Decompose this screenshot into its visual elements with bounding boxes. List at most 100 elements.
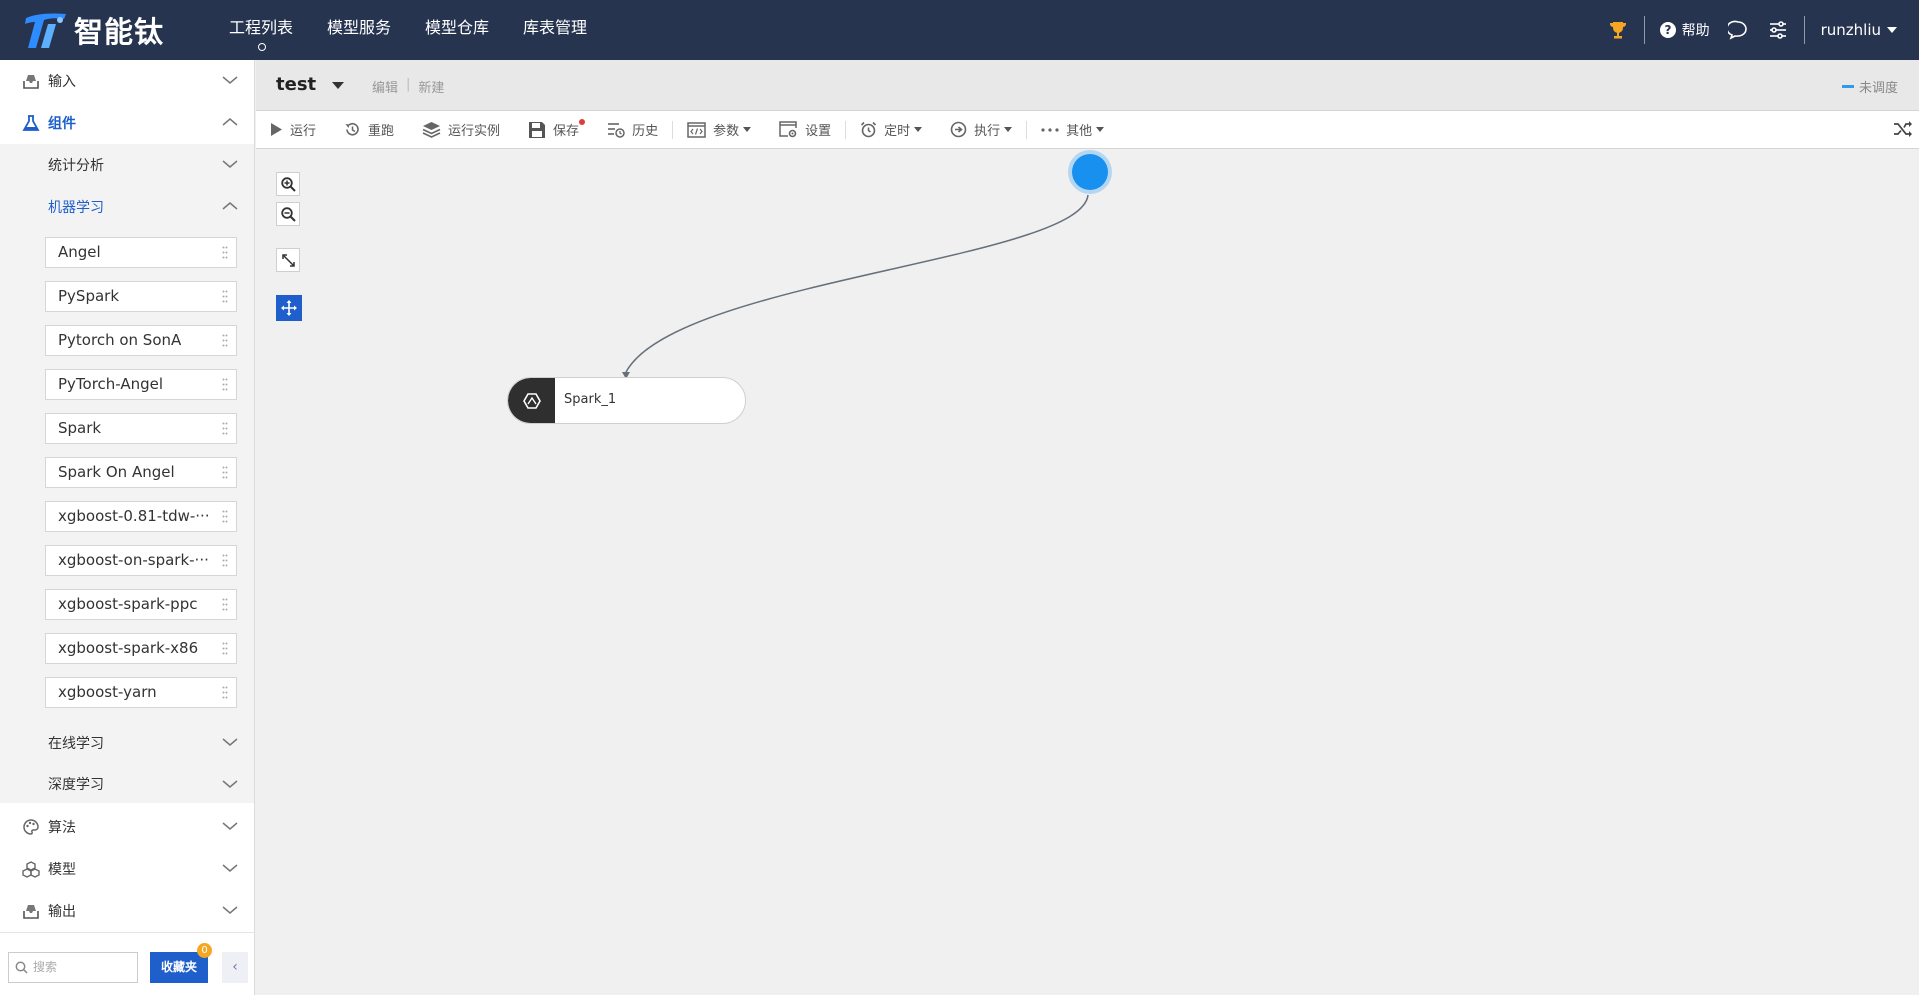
component-label: xgboost-yarn [58, 683, 157, 701]
favorites-button[interactable]: 收藏夹 0 [150, 943, 212, 983]
drag-handle-icon[interactable] [222, 378, 228, 391]
schedule-status: 未调度 [1841, 77, 1898, 96]
sidebar-label: 统计分析 [48, 158, 104, 174]
chevron-up-icon [222, 118, 238, 126]
nav-table-management[interactable]: 库表管理 [506, 0, 604, 60]
history-button[interactable]: 历史 [593, 111, 672, 149]
project-title[interactable]: test [276, 74, 316, 95]
more-label: 其他 [1066, 124, 1093, 139]
run-button[interactable]: 运行 [256, 111, 330, 149]
sidebar-sub-deep[interactable]: 深度学习 [0, 764, 254, 803]
component-item[interactable]: xgboost-spark-ppc [45, 589, 237, 620]
sidebar-sub-stats[interactable]: 统计分析 [0, 144, 254, 186]
drag-handle-icon[interactable] [222, 642, 228, 655]
chevron-down-icon [222, 822, 238, 830]
save-button[interactable]: 保存 [514, 111, 593, 149]
trophy-icon[interactable] [1607, 19, 1629, 41]
sidebar-sub-ml[interactable]: 机器学习 [0, 186, 254, 228]
history-rerun-icon [345, 122, 359, 136]
chat-icon[interactable] [1727, 19, 1749, 41]
project-dropdown-icon[interactable] [332, 82, 344, 89]
component-item[interactable]: Pytorch on SonA [45, 325, 237, 356]
more-dropdown[interactable]: 其他 [1027, 111, 1118, 149]
component-item[interactable]: xgboost-yarn [45, 677, 237, 708]
more-dots-icon [1041, 127, 1059, 132]
component-item[interactable]: xgboost-0.81-tdw-··· [45, 501, 237, 532]
flask-icon [22, 115, 40, 131]
component-item[interactable]: Angel [45, 237, 237, 268]
component-item[interactable]: xgboost-on-spark-··· [45, 545, 237, 576]
sidebar-section-components[interactable]: 组件 [0, 102, 254, 144]
caret-down-icon [1004, 127, 1013, 132]
execute-label: 执行 [974, 124, 1001, 139]
component-item[interactable]: PyTorch-Angel [45, 369, 237, 400]
timer-label: 定时 [884, 124, 911, 139]
username: runzhliu [1820, 21, 1881, 39]
play-icon [271, 123, 282, 136]
component-label: xgboost-spark-ppc [58, 595, 198, 613]
workflow-canvas[interactable]: Spark_1 [256, 150, 1919, 995]
sidebar-footer: 搜索 收藏夹 0 ‹ [0, 932, 254, 995]
ml-component-list: Angel PySpark Pytorch on SonA PyTorch-An… [0, 228, 254, 803]
settings-window-icon [779, 121, 797, 138]
nav-model-service[interactable]: 模型服务 [310, 0, 408, 60]
shuffle-layout-icon[interactable] [1893, 120, 1913, 138]
run-instances-button[interactable]: 运行实例 [408, 111, 514, 149]
sidebar-label: 输出 [48, 904, 76, 920]
settings-button[interactable]: 设置 [765, 111, 845, 149]
toolbar: 运行 重跑 运行实例 保存 历史 参数 设置 定时 执行 其他 [256, 111, 1919, 149]
drag-handle-icon[interactable] [222, 246, 228, 259]
edit-link[interactable]: 编辑 [372, 77, 398, 96]
chevron-down-icon [222, 76, 238, 84]
params-dropdown[interactable]: 参数 [673, 111, 765, 149]
sidebar-section-output[interactable]: 输出 [0, 890, 254, 932]
sidebar-label: 算法 [48, 820, 76, 836]
drag-handle-icon[interactable] [222, 466, 228, 479]
execute-arrow-icon [950, 121, 967, 138]
top-navbar: 智能钛 工程列表 模型服务 模型仓库 库表管理 ? 帮助 runzhliu [0, 0, 1919, 60]
user-menu[interactable]: runzhliu [1821, 21, 1897, 39]
component-item[interactable]: xgboost-spark-x86 [45, 633, 237, 664]
help-link[interactable]: ? 帮助 [1659, 20, 1710, 40]
drag-handle-icon[interactable] [222, 334, 228, 347]
component-label: Pytorch on SonA [58, 331, 182, 349]
sidebar-section-model[interactable]: 模型 [0, 848, 254, 890]
run-label: 运行 [290, 124, 317, 139]
drag-handle-icon[interactable] [222, 290, 228, 303]
drag-handle-icon[interactable] [222, 422, 228, 435]
nav-project-list[interactable]: 工程列表 [212, 0, 310, 60]
favorites-label: 收藏夹 [160, 960, 197, 974]
collapse-sidebar-button[interactable]: ‹ [222, 952, 248, 983]
drag-handle-icon[interactable] [222, 598, 228, 611]
start-node[interactable] [1068, 150, 1112, 194]
new-link[interactable]: 新建 [418, 77, 444, 96]
sidebar-sub-online[interactable]: 在线学习 [0, 722, 254, 764]
rerun-button[interactable]: 重跑 [330, 111, 408, 149]
help-icon: ? [1659, 22, 1676, 38]
component-label: Angel [58, 243, 101, 261]
status-indicator [1841, 85, 1854, 88]
drag-handle-icon[interactable] [222, 510, 228, 523]
divider [1643, 16, 1645, 44]
component-item[interactable]: Spark [45, 413, 237, 444]
project-actions: 编辑 | 新建 [372, 77, 444, 96]
sidebar-section-algorithm[interactable]: 算法 [0, 806, 254, 848]
workflow-node-spark[interactable]: Spark_1 [507, 377, 746, 424]
nav-model-repo[interactable]: 模型仓库 [408, 0, 506, 60]
execute-dropdown[interactable]: 执行 [936, 111, 1026, 149]
drag-handle-icon[interactable] [222, 554, 228, 567]
edge-connection[interactable] [625, 194, 1089, 373]
favorites-count-badge: 0 [197, 943, 212, 958]
settings-sliders-icon[interactable] [1767, 19, 1789, 41]
logo[interactable]: 智能钛 [22, 8, 164, 52]
component-item[interactable]: PySpark [45, 281, 237, 312]
sidebar-label: 机器学习 [48, 200, 104, 216]
cubes-icon [22, 861, 40, 878]
component-item[interactable]: Spark On Angel [45, 457, 237, 488]
top-right-tools: ? 帮助 runzhliu [1598, 0, 1919, 60]
history-label: 历史 [632, 124, 659, 139]
drag-handle-icon[interactable] [222, 686, 228, 699]
search-input[interactable]: 搜索 [8, 952, 138, 983]
sidebar-section-input[interactable]: 输入 [0, 60, 254, 102]
timer-dropdown[interactable]: 定时 [846, 111, 936, 149]
